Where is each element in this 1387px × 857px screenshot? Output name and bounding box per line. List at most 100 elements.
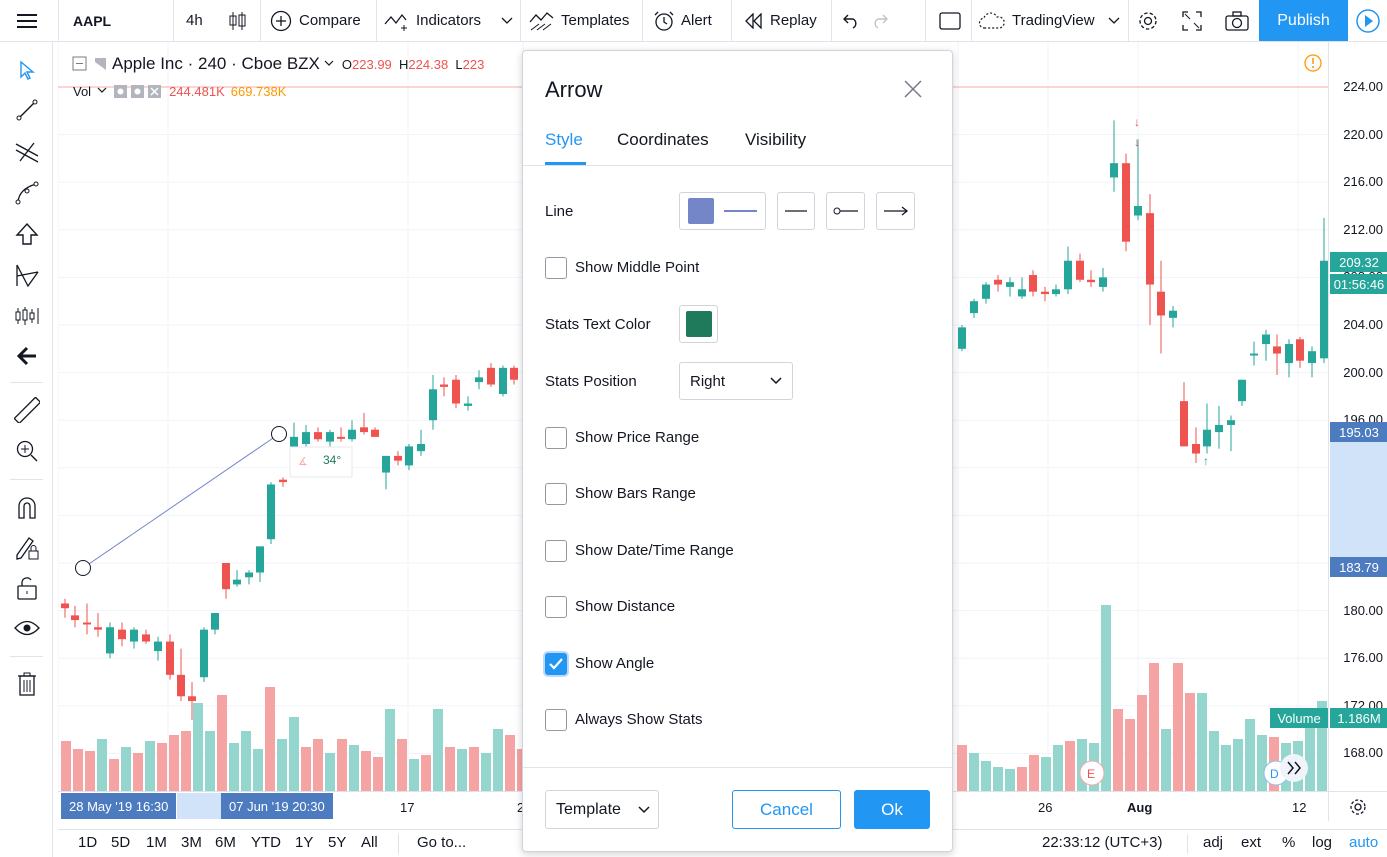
stat-option-checkbox[interactable]	[545, 596, 567, 618]
range-3m[interactable]: 3M	[181, 834, 202, 851]
cancel-button[interactable]: Cancel	[732, 790, 841, 829]
arrow-end-handle[interactable]	[271, 426, 287, 442]
log-toggle[interactable]: log	[1312, 834, 1332, 851]
chevron-down-icon[interactable]	[97, 87, 107, 95]
stat-option-checkbox[interactable]	[545, 483, 567, 505]
candles-icon[interactable]	[227, 0, 249, 41]
indicators-button[interactable]: Indicators	[384, 0, 481, 41]
eye-icon[interactable]	[0, 608, 53, 648]
play-icon[interactable]	[1348, 0, 1387, 41]
flag-icon[interactable]	[92, 56, 108, 72]
lock-drawing-icon[interactable]	[0, 528, 53, 568]
pitchfork-icon[interactable]	[0, 132, 53, 172]
layout-name-button[interactable]: TradingView	[978, 0, 1095, 41]
symbol-search[interactable]: AAPL	[73, 0, 111, 41]
chevron-down-icon[interactable]	[1108, 0, 1120, 41]
compare-button[interactable]: Compare	[270, 0, 361, 41]
adj-toggle[interactable]: adj	[1203, 834, 1223, 851]
time-label: 26	[1038, 800, 1053, 815]
countdown-tag: 01:56:46	[1330, 274, 1387, 294]
stat-option-checkbox[interactable]	[545, 427, 567, 449]
arrow-drawing-line[interactable]	[82, 433, 280, 569]
replay-button[interactable]: Replay	[744, 0, 817, 41]
clock-label[interactable]: 22:33:12 (UTC+3)	[1042, 834, 1162, 851]
unlock-icon[interactable]	[0, 568, 53, 608]
range-6m[interactable]: 6M	[215, 834, 236, 851]
candle-body	[499, 367, 507, 395]
prediction-icon[interactable]	[0, 296, 53, 336]
high-label: H	[399, 56, 409, 72]
ok-button[interactable]: Ok	[854, 790, 930, 829]
line-end-style-button[interactable]	[876, 192, 915, 230]
line-color-picker[interactable]	[679, 192, 766, 230]
range-1y[interactable]: 1Y	[295, 834, 313, 851]
chevron-down-icon[interactable]	[324, 60, 334, 68]
svg-text:E: E	[1087, 767, 1095, 781]
scroll-right-icon[interactable]	[1280, 754, 1308, 782]
stat-option-checkbox[interactable]	[545, 540, 567, 562]
cursor-icon[interactable]	[0, 50, 53, 90]
stat-option-checkbox[interactable]	[545, 653, 567, 675]
camera-icon[interactable]	[1225, 0, 1249, 41]
range-5d[interactable]: 5D	[111, 834, 130, 851]
show-middle-point-checkbox[interactable]	[545, 257, 567, 279]
interval-button[interactable]: 4h	[186, 0, 203, 41]
volume-legend-title[interactable]: Vol	[73, 84, 91, 99]
menu-icon[interactable]	[0, 0, 53, 41]
undo-icon[interactable]	[840, 0, 860, 41]
ruler-icon[interactable]	[0, 390, 53, 430]
volume-bar	[481, 753, 491, 791]
close-icon[interactable]	[901, 77, 925, 101]
tab-style[interactable]: Style	[545, 130, 583, 150]
candle-body	[314, 432, 322, 440]
go-to-button[interactable]: Go to...	[417, 834, 466, 851]
layout-icon[interactable]	[939, 0, 961, 41]
redo-icon[interactable]	[871, 0, 891, 41]
candle-body	[417, 444, 425, 452]
ext-toggle[interactable]: ext	[1241, 834, 1261, 851]
range-1m[interactable]: 1M	[146, 834, 167, 851]
brush-icon[interactable]	[0, 173, 53, 213]
volume-legend-buttons[interactable]	[113, 84, 163, 99]
trash-icon[interactable]	[0, 664, 53, 704]
price-label: 204.00	[1343, 317, 1383, 332]
arrow-start-handle[interactable]	[75, 560, 91, 576]
chevron-down-icon[interactable]	[501, 0, 513, 41]
line-style-button[interactable]	[777, 192, 815, 230]
candle-body	[154, 641, 162, 652]
stats-position-select[interactable]: Right	[679, 362, 793, 400]
tab-visibility[interactable]: Visibility	[745, 130, 806, 150]
back-arrow-icon[interactable]	[0, 336, 53, 376]
stat-option-checkbox[interactable]	[545, 709, 567, 731]
templates-button[interactable]: Templates	[529, 0, 629, 41]
percent-toggle[interactable]: %	[1282, 834, 1295, 851]
price-scale[interactable]: 224.00220.00216.00212.00208.00204.00200.…	[1328, 42, 1387, 791]
volume-bar	[1173, 663, 1183, 791]
arrow-up-icon[interactable]	[0, 214, 53, 254]
scale-settings-icon[interactable]	[1328, 791, 1387, 821]
auto-toggle[interactable]: auto	[1349, 834, 1378, 851]
svg-text:↓: ↓	[1134, 135, 1140, 149]
zoom-in-icon[interactable]	[0, 431, 53, 471]
line-start-style-button[interactable]	[826, 192, 865, 230]
trend-line-icon[interactable]	[0, 90, 53, 130]
range-ytd[interactable]: YTD	[251, 834, 281, 851]
tab-coordinates[interactable]: Coordinates	[617, 130, 709, 150]
candle-body	[200, 629, 208, 678]
range-1d[interactable]: 1D	[78, 834, 97, 851]
patterns-icon[interactable]	[0, 255, 53, 295]
alert-button[interactable]: Alert	[653, 0, 712, 41]
range-5y[interactable]: 5Y	[328, 834, 346, 851]
publish-button[interactable]: Publish	[1259, 0, 1348, 41]
solid-line-icon	[785, 210, 807, 212]
stat-option-label: Always Show Stats	[575, 711, 703, 728]
collapse-icon[interactable]	[72, 56, 88, 72]
stats-text-color-picker[interactable]	[679, 305, 718, 343]
gear-icon[interactable]	[1137, 0, 1159, 41]
template-dropdown[interactable]: Template	[545, 790, 659, 829]
magnet-icon[interactable]	[0, 488, 53, 528]
candle-body	[177, 674, 185, 697]
range-all[interactable]: All	[361, 834, 378, 851]
fullscreen-icon[interactable]	[1182, 0, 1202, 41]
candle-body	[326, 432, 334, 442]
